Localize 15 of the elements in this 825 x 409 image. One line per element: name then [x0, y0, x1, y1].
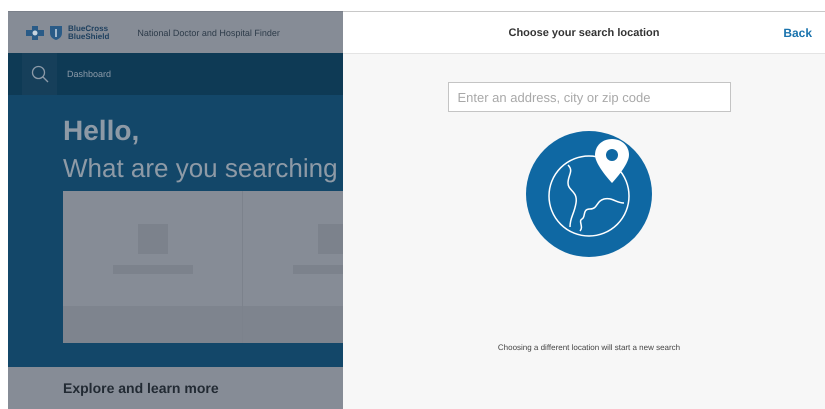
panel-title: Choose your search location — [508, 26, 660, 38]
header-title: National Doctor and Hospital Finder — [137, 28, 280, 38]
nav-link[interactable]: Dashboard — [67, 69, 112, 79]
globe-pin-icon — [526, 131, 652, 257]
shield-icon — [50, 26, 62, 40]
brand-name: BlueCross BlueShield — [68, 24, 110, 40]
search-icon — [30, 65, 48, 83]
back-link[interactable]: Back — [783, 26, 812, 40]
cross-icon — [26, 26, 44, 40]
info-message: Choosing a different location will start a new search — [498, 343, 680, 352]
section-title: Explore and learn more — [63, 380, 219, 396]
hero-question: What are you searching — [63, 153, 339, 184]
location-input[interactable]: Enter an address, city or zip code — [448, 82, 730, 112]
search-button[interactable] — [22, 53, 57, 95]
hero-greeting: Hello, — [63, 115, 140, 147]
